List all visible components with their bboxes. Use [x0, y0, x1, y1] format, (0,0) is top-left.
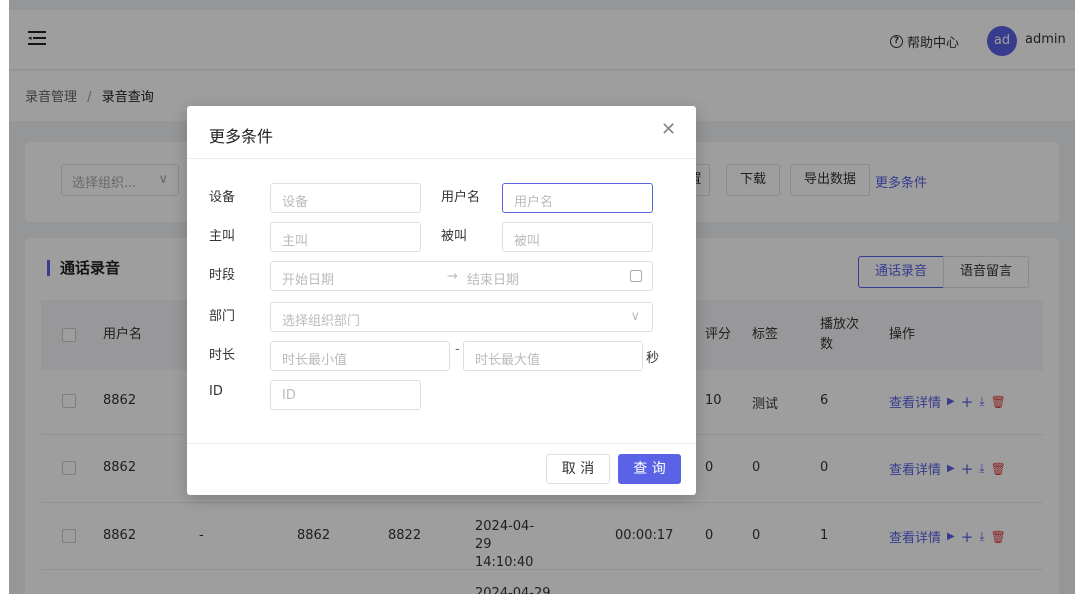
callee-placeholder: 被叫	[514, 234, 541, 249]
username-input[interactable]: 用户名	[502, 183, 653, 213]
end-date-placeholder: 结束日期	[467, 273, 520, 288]
id-placeholder: ID	[282, 388, 296, 403]
app-root: ◂ ? 帮助中心 ad admin 录音管理 / 录音查询 选择组织... ∨ …	[9, 0, 1075, 594]
dept-placeholder: 选择组织部门	[282, 314, 361, 329]
dialog-title: 更多条件	[209, 127, 274, 146]
range-arrow: →	[447, 269, 458, 284]
username-placeholder: 用户名	[514, 195, 554, 210]
calendar-icon	[630, 270, 642, 282]
device-placeholder: 设备	[282, 195, 309, 210]
start-date-placeholder: 开始日期	[282, 273, 335, 288]
cancel-button[interactable]: 取 消	[546, 454, 610, 484]
dept-label: 部门	[209, 309, 236, 324]
username-field-label: 用户名	[441, 190, 481, 205]
id-input[interactable]: ID	[270, 380, 421, 410]
duration-label: 时长	[209, 348, 236, 363]
dialog-header-divider	[187, 158, 696, 159]
duration-min-placeholder: 时长最小值	[282, 353, 348, 368]
duration-max-placeholder: 时长最大值	[475, 353, 541, 368]
window-edge	[0, 0, 9, 594]
duration-max-input[interactable]: 时长最大值	[463, 341, 643, 371]
duration-min-input[interactable]: 时长最小值	[270, 341, 450, 371]
callee-label: 被叫	[441, 229, 468, 244]
dept-select[interactable]: 选择组织部门 ∨	[270, 302, 653, 332]
caller-placeholder: 主叫	[282, 234, 309, 249]
close-icon[interactable]: ✕	[661, 120, 676, 140]
id-label: ID	[209, 384, 223, 399]
search-button[interactable]: 查 询	[618, 454, 681, 484]
callee-input[interactable]: 被叫	[502, 222, 653, 252]
caller-label: 主叫	[209, 229, 236, 244]
device-input[interactable]: 设备	[270, 183, 421, 213]
more-conditions-dialog: 更多条件 ✕ 设备 设备 用户名 用户名 主叫 主叫 被叫 被叫 时段 开始日期…	[187, 106, 696, 495]
period-label: 时段	[209, 268, 236, 283]
duration-dash: -	[455, 342, 460, 357]
caller-input[interactable]: 主叫	[270, 222, 421, 252]
chevron-down-icon: ∨	[630, 309, 640, 324]
device-label: 设备	[209, 190, 236, 205]
dialog-footer-divider	[187, 443, 696, 444]
date-range-picker[interactable]: 开始日期 → 结束日期	[270, 261, 653, 291]
duration-unit: 秒	[646, 351, 660, 366]
